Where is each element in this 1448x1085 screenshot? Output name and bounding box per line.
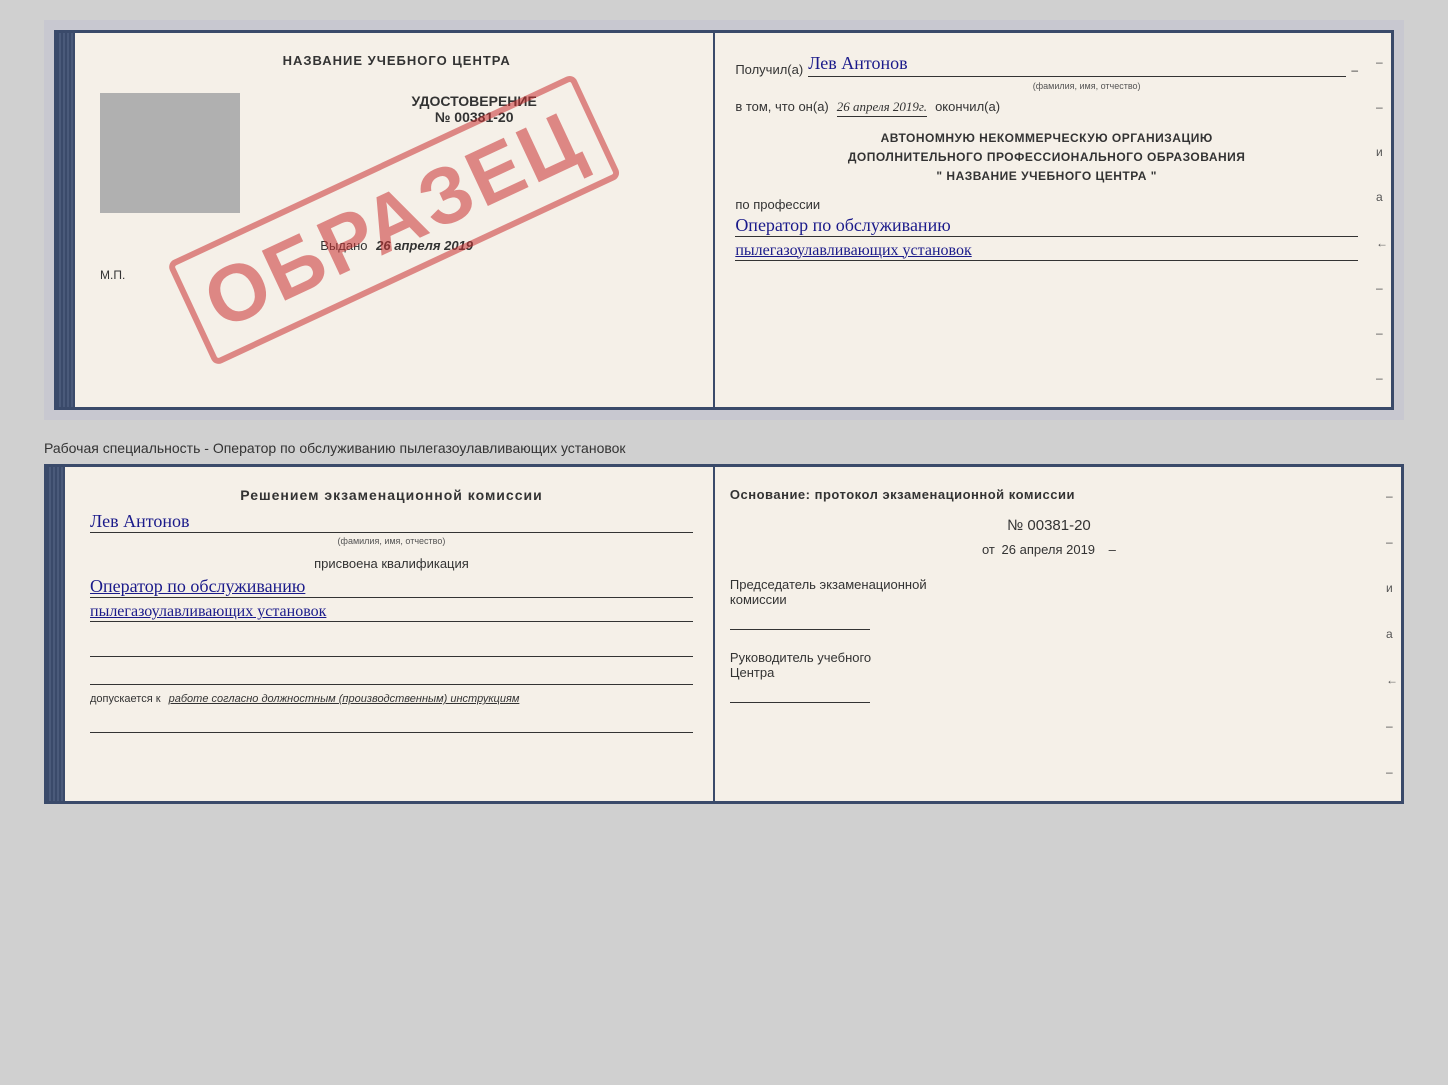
okonchil-label: окончил(а) xyxy=(935,99,1000,114)
bottom-left-panel: Решением экзаменационной комиссии Лев Ан… xyxy=(65,467,715,801)
predsedatel-line1: Председатель экзаменационной xyxy=(730,577,1368,592)
cert-left-panel: НАЗВАНИЕ УЧЕБНОГО ЦЕНТРА УДОСТОВЕРЕНИЕ №… xyxy=(75,33,715,407)
empty-line-3 xyxy=(90,713,693,733)
side-ann-b7: – xyxy=(1386,765,1398,779)
profession-line1: Оператор по обслуживанию xyxy=(735,215,1358,237)
side-ann-b2: – xyxy=(1386,535,1398,549)
vydano-label: Выдано xyxy=(320,238,367,253)
side-ann-b3: и xyxy=(1386,581,1398,595)
side-ann-2: – xyxy=(1376,100,1388,114)
po-professii-label: по профессии xyxy=(735,197,1358,212)
cert-right-wrapper: Получил(а) Лев Антонов – (фамилия, имя, … xyxy=(715,33,1391,407)
side-ann-b4: а xyxy=(1386,627,1398,641)
poluchil-line: Получил(а) Лев Антонов – xyxy=(735,53,1358,77)
bottom-recipient-name: Лев Антонов xyxy=(90,511,693,533)
rukovoditel-block: Руководитель учебного Центра xyxy=(730,650,1368,703)
working-specialty-label: Рабочая специальность - Оператор по обсл… xyxy=(44,432,1404,464)
empty-line-1 xyxy=(90,637,693,657)
profession-line2: пылегазоулавливающих установок xyxy=(735,242,1358,261)
qualification-line1: Оператор по обслуживанию xyxy=(90,576,693,598)
side-annotations-top: – – и а ← – – – xyxy=(1373,33,1391,407)
training-center-title: НАЗВАНИЕ УЧЕБНОГО ЦЕНТРА xyxy=(100,53,693,68)
prisvoena-label: присвоена квалификация xyxy=(90,556,693,571)
vtom-prefix: в том, что он(а) xyxy=(735,99,828,114)
poluchil-prefix: Получил(а) xyxy=(735,62,803,77)
working-specialty-text: Рабочая специальность - Оператор по обсл… xyxy=(44,440,626,456)
top-certificate-container: НАЗВАНИЕ УЧЕБНОГО ЦЕНТРА УДОСТОВЕРЕНИЕ №… xyxy=(44,20,1404,420)
bottom-fio-label: (фамилия, имя, отчество) xyxy=(90,536,693,546)
side-annotations-bottom: – – и а ← – – xyxy=(1383,467,1401,801)
side-ann-6: – xyxy=(1376,281,1388,295)
org-block: АВТОНОМНУЮ НЕКОММЕРЧЕСКУЮ ОРГАНИЗАЦИЮ ДО… xyxy=(735,129,1358,187)
side-ann-4: а xyxy=(1376,190,1388,204)
completion-date: 26 апреля 2019г. xyxy=(837,99,927,117)
bottom-right-panel: Основание: протокол экзаменационной коми… xyxy=(715,467,1383,801)
protocol-date-value: 26 апреля 2019 xyxy=(1002,542,1096,557)
fio-label-top: (фамилия, имя, отчество) xyxy=(815,81,1358,91)
cert-right-panel: Получил(а) Лев Антонов – (фамилия, имя, … xyxy=(715,33,1373,407)
cert-spine-top xyxy=(57,33,75,407)
rukovoditel-line1: Руководитель учебного xyxy=(730,650,1368,665)
recipient-name: Лев Антонов xyxy=(808,53,1346,77)
mp-label: М.П. xyxy=(100,268,693,282)
side-ann-b6: – xyxy=(1386,719,1398,733)
resheniem-label: Решением экзаменационной комиссии xyxy=(90,487,693,503)
protocol-date-prefix: от xyxy=(982,542,995,557)
vydano-line: Выдано 26 апреля 2019 xyxy=(100,238,693,253)
protocol-number: № 00381-20 xyxy=(730,517,1368,534)
side-ann-7: – xyxy=(1376,326,1388,340)
document-type-label: УДОСТОВЕРЕНИЕ xyxy=(255,93,693,109)
side-ann-b1: – xyxy=(1386,489,1398,503)
side-ann-b5: ← xyxy=(1386,673,1398,687)
side-ann-3: и xyxy=(1376,145,1388,159)
protocol-date-dash: – xyxy=(1109,542,1116,557)
cert-spine-bottom xyxy=(47,467,65,801)
rukovoditel-signature xyxy=(730,685,870,703)
predsedatel-block: Председатель экзаменационной комиссии xyxy=(730,577,1368,630)
side-ann-5: ← xyxy=(1376,236,1388,250)
predsedatel-signature xyxy=(730,612,870,630)
side-ann-1: – xyxy=(1376,55,1388,69)
org-line3: " НАЗВАНИЕ УЧЕБНОГО ЦЕНТРА " xyxy=(735,167,1358,186)
top-certificate-book: НАЗВАНИЕ УЧЕБНОГО ЦЕНТРА УДОСТОВЕРЕНИЕ №… xyxy=(54,30,1394,410)
vtom-line: в том, что он(а) 26 апреля 2019г. окончи… xyxy=(735,99,1358,117)
predsedatel-line2: комиссии xyxy=(730,592,1368,607)
photo-placeholder xyxy=(100,93,240,213)
rukovoditel-line2: Центра xyxy=(730,665,1368,680)
empty-line-2 xyxy=(90,665,693,685)
osnovanie-label: Основание: протокол экзаменационной коми… xyxy=(730,487,1368,502)
protocol-date: от 26 апреля 2019 – xyxy=(730,542,1368,557)
cert-number: № 00381-20 xyxy=(255,109,693,125)
vydano-date: 26 апреля 2019 xyxy=(376,238,473,253)
dopuskaetsya-prefix: допускается к xyxy=(90,693,161,705)
dopuskaetsya-block: допускается к работе согласно должностны… xyxy=(90,693,693,705)
dash-right: – xyxy=(1351,63,1358,77)
dopuskaetsya-text-italic: работе согласно должностным (производств… xyxy=(169,693,520,705)
bottom-right-wrapper: Основание: протокол экзаменационной коми… xyxy=(715,467,1401,801)
qualification-line2: пылегазоулавливающих установок xyxy=(90,603,693,622)
org-line2: ДОПОЛНИТЕЛЬНОГО ПРОФЕССИОНАЛЬНОГО ОБРАЗО… xyxy=(735,148,1358,167)
side-ann-8: – xyxy=(1376,371,1388,385)
bottom-certificate-book: Решением экзаменационной комиссии Лев Ан… xyxy=(44,464,1404,804)
org-line1: АВТОНОМНУЮ НЕКОММЕРЧЕСКУЮ ОРГАНИЗАЦИЮ xyxy=(735,129,1358,148)
